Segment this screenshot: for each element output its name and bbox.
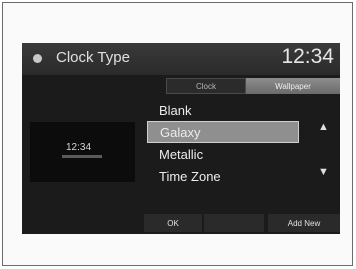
list-item-galaxy[interactable]: Galaxy [147,121,299,143]
list-item-metallic[interactable]: Metallic [147,143,299,165]
add-new-button[interactable]: Add New [268,214,340,232]
tab-clock[interactable]: Clock [166,78,246,94]
clock-display: 12:34 [281,45,334,68]
ok-button[interactable]: OK [144,214,202,232]
bottom-button-bar: OK Add New [144,214,340,232]
wallpaper-preview: 12:34 [30,122,135,182]
preview-clock: 12:34 [66,142,92,153]
tab-wallpaper[interactable]: Wallpaper [246,78,340,94]
infotainment-screen: Clock Type 12:34 Clock Wallpaper 12:34 B… [22,43,340,234]
list-item-blank[interactable]: Blank [147,99,299,121]
back-icon[interactable] [33,54,42,63]
list-item-time-zone[interactable]: Time Zone [147,165,299,187]
chevron-up-icon[interactable]: ▲ [318,121,329,133]
preview-date-line [62,155,102,158]
title-bar: Clock Type 12:34 [22,43,340,75]
wallpaper-list: Blank Galaxy Metallic Time Zone [147,99,299,187]
screen-title: Clock Type [56,49,130,66]
disabled-button [204,214,264,232]
tab-bar: Clock Wallpaper [166,78,340,94]
chevron-down-icon[interactable]: ▼ [318,166,329,178]
